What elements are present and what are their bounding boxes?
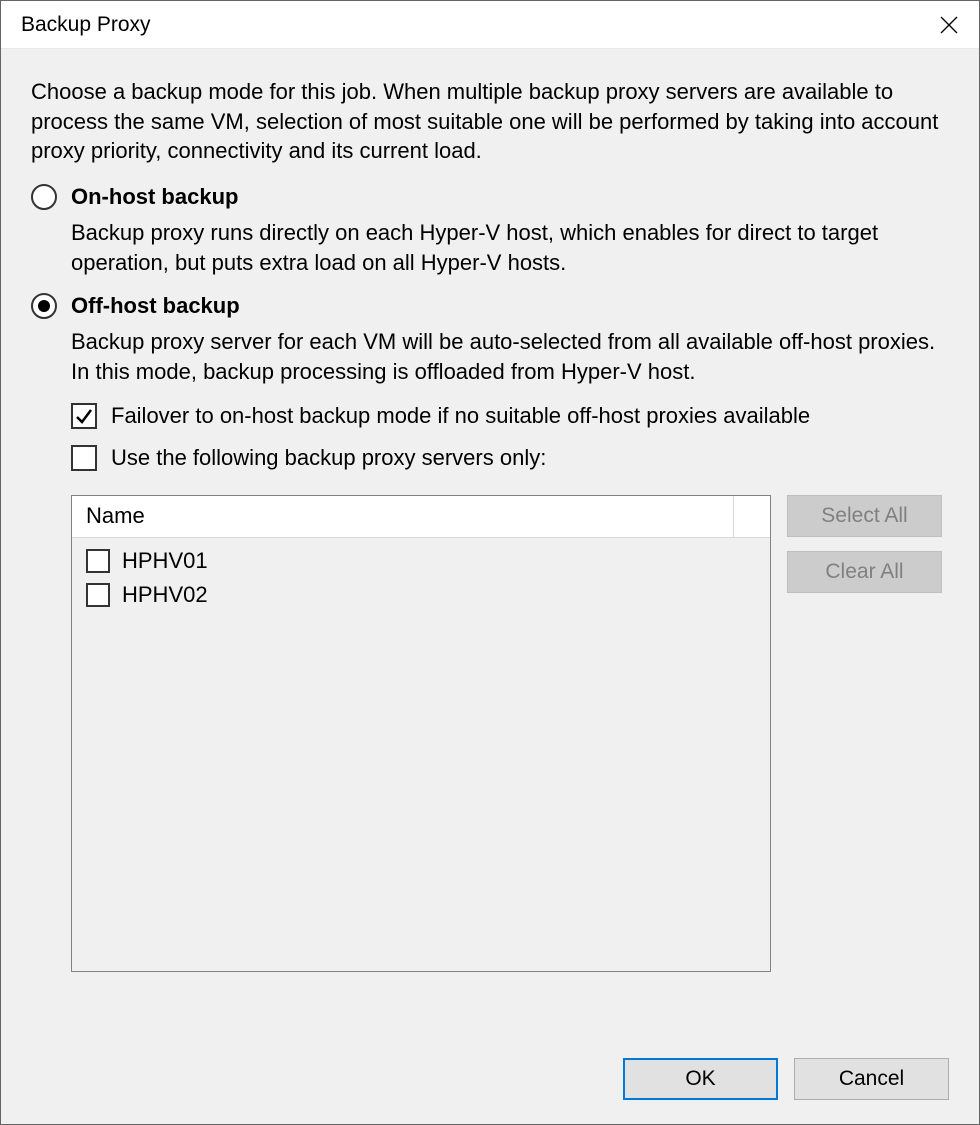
onhost-description: Backup proxy runs directly on each Hyper… [71,218,949,277]
dialog-footer: OK Cancel [1,1038,979,1124]
dialog-content: Choose a backup mode for this job. When … [1,49,979,1038]
list-item[interactable]: HPHV01 [72,544,770,578]
proxy-item-label: HPHV02 [122,582,208,608]
proxy-side-buttons: Select All Clear All [787,495,942,972]
use-only-checkbox[interactable] [71,445,97,471]
cancel-button[interactable]: Cancel [794,1058,949,1100]
proxy-list-header: Name [72,496,770,538]
radio-selected-dot-icon [38,300,50,312]
onhost-radio[interactable] [31,184,57,210]
clear-all-button: Clear All [787,551,942,593]
proxy-list-section: Name HPHV01 HPHV02 Select All Clear Al [71,495,949,972]
select-all-button: Select All [787,495,942,537]
dialog-description: Choose a backup mode for this job. When … [31,77,949,166]
failover-checkbox-label: Failover to on-host backup mode if no su… [111,403,810,429]
proxy-item-checkbox[interactable] [86,549,110,573]
failover-checkbox[interactable] [71,403,97,429]
use-only-checkbox-label: Use the following backup proxy servers o… [111,445,546,471]
failover-checkbox-row[interactable]: Failover to on-host backup mode if no su… [71,403,949,429]
close-icon [940,16,958,34]
proxy-list-box: Name HPHV01 HPHV02 [71,495,771,972]
offhost-radio-row[interactable]: Off-host backup [31,293,949,319]
proxy-list-header-spacer [734,496,770,537]
dialog-title: Backup Proxy [21,13,151,37]
titlebar: Backup Proxy [1,1,979,49]
proxy-list-body: HPHV01 HPHV02 [72,538,770,971]
close-button[interactable] [919,1,979,49]
offhost-radio-label: Off-host backup [71,293,240,319]
list-item[interactable]: HPHV02 [72,578,770,612]
checkmark-icon [75,407,93,425]
offhost-radio[interactable] [31,293,57,319]
backup-proxy-dialog: Backup Proxy Choose a backup mode for th… [0,0,980,1125]
proxy-item-checkbox[interactable] [86,583,110,607]
offhost-description: Backup proxy server for each VM will be … [71,327,949,386]
ok-button[interactable]: OK [623,1058,778,1100]
onhost-radio-label: On-host backup [71,184,238,210]
proxy-item-label: HPHV01 [122,548,208,574]
use-only-checkbox-row[interactable]: Use the following backup proxy servers o… [71,445,949,471]
onhost-radio-row[interactable]: On-host backup [31,184,949,210]
proxy-list-header-name[interactable]: Name [72,496,734,537]
